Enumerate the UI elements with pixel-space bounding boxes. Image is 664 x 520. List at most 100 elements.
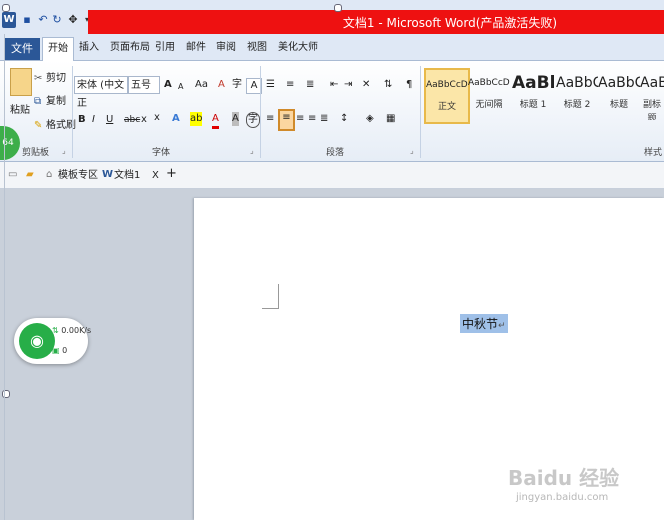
show-marks-icon[interactable]: ¶ — [406, 78, 412, 92]
home-icon[interactable]: ⌂ — [46, 168, 52, 182]
format-painter-icon[interactable]: ✎ — [34, 119, 42, 133]
style-sample: AaBbCcDd — [468, 78, 510, 88]
pinyin-button[interactable]: 字 — [232, 78, 242, 92]
style-no-spacing[interactable]: AaBbCcDd 无间隔 — [468, 68, 510, 120]
enclose-char-button[interactable]: 字 — [246, 112, 260, 128]
font-size-combo[interactable]: 五号 — [128, 76, 160, 94]
count-value: 0 — [62, 346, 68, 355]
selection-handle[interactable] — [334, 4, 342, 12]
sort-icon[interactable]: ⇅ — [384, 78, 392, 92]
underline-button[interactable]: U — [106, 113, 113, 127]
align-left-icon[interactable]: ≡ — [266, 112, 274, 126]
group-label-paragraph: 段落 — [326, 148, 345, 158]
grow-font-button[interactable]: A — [164, 78, 172, 92]
tab-view[interactable]: 视图 — [247, 40, 267, 56]
superscript-button[interactable]: x — [154, 111, 160, 125]
tab-document1[interactable]: 文档1 — [114, 169, 140, 183]
style-sample: AaBbCcDd — [426, 80, 468, 90]
cut-icon[interactable]: ✂ — [34, 72, 42, 86]
decrease-indent-icon[interactable]: ⇤ — [330, 78, 338, 92]
style-heading-1[interactable]: AaBb 标题 1 — [512, 68, 554, 120]
tab-insert[interactable]: 插入 — [79, 40, 99, 56]
italic-button[interactable]: I — [92, 113, 95, 127]
tab-mailings[interactable]: 邮件 — [186, 40, 206, 56]
save-icon[interactable]: ▪ — [20, 12, 34, 28]
dialog-launcher-icon[interactable]: ⌟ — [62, 144, 66, 158]
change-case-button[interactable]: Aa — [195, 78, 208, 92]
document-tab-bar — [0, 162, 664, 189]
group-separator — [420, 66, 421, 158]
borders-icon[interactable]: ▦ — [386, 112, 395, 126]
style-name: 正文 — [437, 102, 456, 112]
redo-icon[interactable]: ↻ — [50, 12, 64, 28]
shading-icon[interactable]: ◈ — [366, 112, 374, 126]
paste-icon[interactable] — [10, 68, 32, 96]
distribute-icon[interactable]: ≣ — [320, 112, 328, 126]
dialog-launcher-icon[interactable]: ⌟ — [250, 144, 254, 158]
selection-handle[interactable] — [2, 4, 10, 12]
bold-button[interactable]: B — [78, 113, 86, 127]
group-separator — [260, 66, 261, 158]
chinese-layout-icon[interactable]: ✕ — [362, 78, 370, 92]
subscript-button[interactable]: x — [141, 113, 147, 127]
undo-icon[interactable]: ↶ — [36, 12, 50, 28]
close-tab-button[interactable]: X — [152, 169, 159, 183]
style-name: 标题 1 — [519, 100, 547, 110]
new-doc-icon[interactable]: ▭ — [8, 168, 17, 182]
network-speed-text: ⇅ 0.00K/s — [52, 326, 91, 335]
increase-indent-icon[interactable]: ⇥ — [344, 78, 352, 92]
bullets-icon[interactable]: ☰ — [266, 78, 275, 92]
baidu-watermark-url: jingyan.baidu.com — [516, 492, 609, 503]
dialog-launcher-icon[interactable]: ⌟ — [410, 144, 414, 158]
folder-icon[interactable]: ▰ — [26, 168, 34, 182]
multilevel-list-icon[interactable]: ≣ — [306, 78, 314, 92]
network-count-text: ▣ 0 — [52, 346, 67, 355]
copy-icon[interactable]: ⧉ — [34, 95, 41, 109]
document-text[interactable]: 中秋节↵ — [460, 314, 508, 333]
style-heading-2[interactable]: AaBbC 标题 2 — [556, 68, 598, 120]
wifi-icon: ◉ — [19, 323, 55, 359]
group-separator — [72, 66, 73, 158]
window-title: 文档1 - Microsoft Word(产品激活失败) — [342, 16, 558, 30]
style-subtitle[interactable]: AaBl 副标题 — [640, 68, 664, 120]
highlight-button[interactable]: ab — [190, 112, 203, 126]
style-name: 标题 2 — [563, 100, 591, 110]
tab-references[interactable]: 引用 — [155, 40, 175, 56]
tab-home[interactable]: 开始 — [42, 37, 74, 62]
ribbon-tab-bar — [0, 34, 664, 61]
tab-page-layout[interactable]: 页面布局 — [110, 40, 150, 56]
style-sample: AaBbC — [598, 75, 640, 91]
tab-beautify[interactable]: 美化大师 — [278, 40, 318, 56]
group-label-styles: 样式 — [644, 148, 663, 158]
align-right-icon[interactable]: ≡ — [296, 112, 304, 126]
char-shading-button[interactable]: A — [232, 112, 239, 126]
style-title[interactable]: AaBbC 标题 — [598, 68, 640, 120]
font-name-combo[interactable]: 宋体 (中文正 — [74, 76, 128, 109]
speed-value: 0.00K/s — [61, 326, 92, 335]
style-normal[interactable]: AaBbCcDd 正文 — [424, 68, 470, 124]
clear-format-button[interactable]: A — [218, 78, 225, 92]
new-tab-button[interactable]: + — [166, 167, 177, 181]
selected-text[interactable]: 中秋节 — [462, 317, 498, 331]
align-center-icon[interactable]: ≡ — [278, 109, 295, 131]
text-effects-button[interactable]: A — [172, 112, 180, 126]
lock-icon: ▣ — [52, 346, 60, 355]
paste-button[interactable]: 粘贴 — [10, 104, 30, 118]
numbering-icon[interactable]: ≡ — [286, 78, 294, 92]
cut-button[interactable]: 剪切 — [46, 72, 66, 86]
paragraph-mark: ↵ — [498, 321, 506, 331]
strikethrough-button[interactable]: abc — [124, 113, 140, 127]
font-color-button[interactable]: A — [212, 112, 219, 129]
shrink-font-button[interactable]: A — [178, 80, 183, 94]
word-logo-icon[interactable]: W — [2, 12, 16, 28]
style-name: 副标题 — [642, 100, 661, 120]
style-name: 无间隔 — [475, 100, 503, 110]
style-sample: AaBl — [640, 75, 664, 91]
line-spacing-icon[interactable]: ↕ — [340, 112, 348, 126]
justify-icon[interactable]: ≡ — [308, 112, 316, 126]
tab-file[interactable]: 文件 — [4, 38, 40, 60]
copy-button[interactable]: 复制 — [46, 95, 66, 109]
cursor-icon: ✥ — [68, 13, 78, 26]
tab-template-zone[interactable]: 模板专区 — [58, 169, 98, 183]
tab-review[interactable]: 审阅 — [216, 40, 236, 56]
